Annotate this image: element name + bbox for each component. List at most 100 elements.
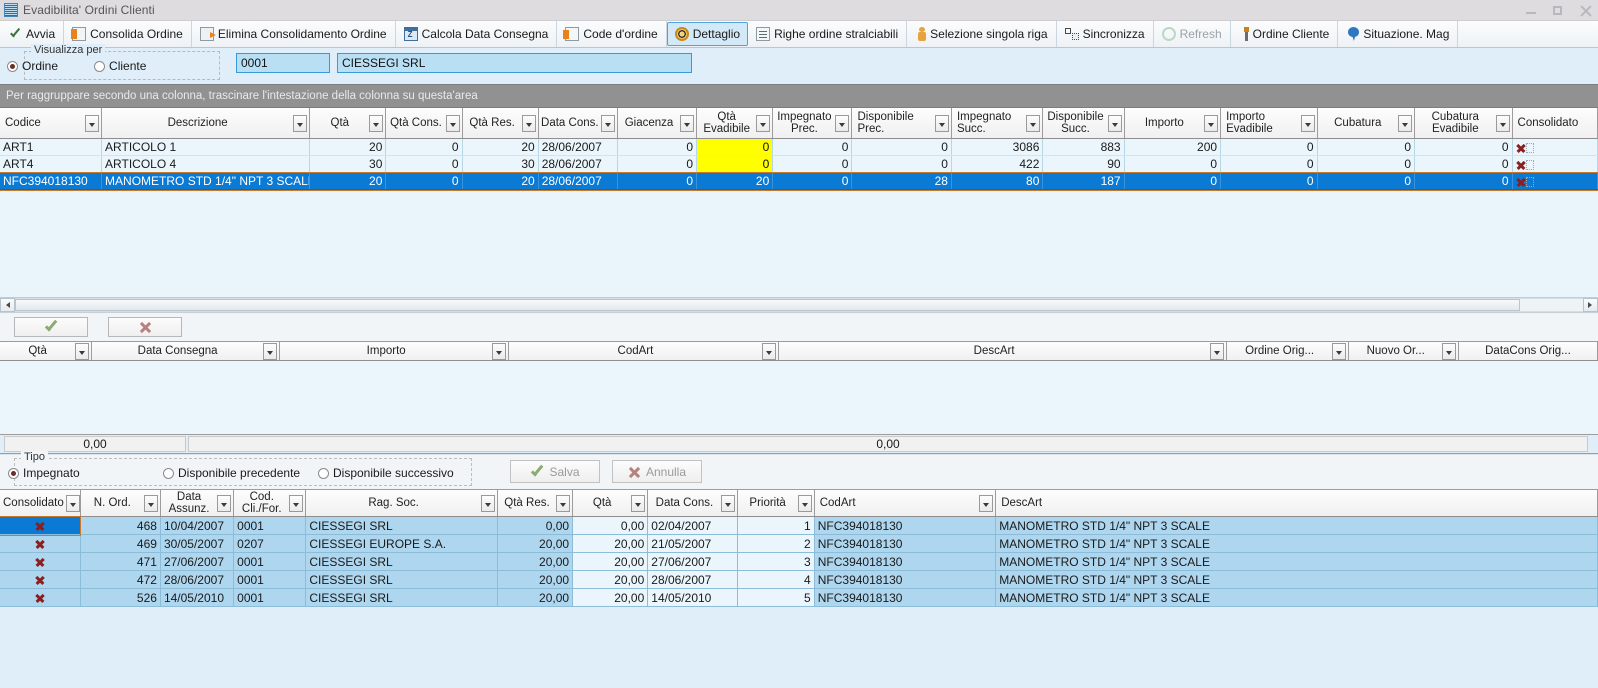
table-cell[interactable]: 0 [385, 172, 463, 190]
dettaglio-col-2[interactable]: Importo [279, 342, 510, 361]
table-cell[interactable]: 30 [309, 155, 387, 173]
evadibilita-col-11[interactable]: Disponibile Succ. [1042, 108, 1125, 139]
table-cell[interactable]: NFC394018130 [0, 172, 103, 190]
table-cell[interactable]: 3086 [951, 138, 1044, 156]
table-cell[interactable]: 28/06/2007 [538, 138, 618, 156]
ordini-col-6[interactable]: Qtà [572, 490, 649, 517]
dettaglio-col-0[interactable]: Qtà [0, 342, 93, 361]
column-filter-chevron-down-icon[interactable] [217, 494, 232, 512]
table-cell[interactable]: 0 [772, 138, 853, 156]
table-cell[interactable]: 0 [772, 172, 853, 190]
evadibilita-col-2[interactable]: Qtà [309, 108, 387, 139]
table-cell[interactable]: 14/05/2010 [160, 588, 235, 607]
table-cell[interactable]: CIESSEGI SRL [305, 570, 498, 589]
consolidato-cell[interactable] [0, 570, 81, 589]
column-filter-chevron-down-icon[interactable] [680, 114, 695, 132]
radio-cliente[interactable]: Cliente [94, 59, 146, 73]
table-cell[interactable]: 21/05/2007 [647, 534, 738, 553]
consolidato-cell[interactable] [0, 552, 81, 571]
column-filter-chevron-down-icon[interactable] [293, 114, 308, 132]
scroll-track[interactable] [15, 298, 1583, 312]
table-cell[interactable]: 20,00 [572, 570, 649, 589]
table-cell[interactable]: 0 [851, 138, 952, 156]
table-cell[interactable]: 20 [309, 138, 387, 156]
evadibilita-col-8[interactable]: Impegnato Prec. [772, 108, 853, 139]
table-row[interactable]: 472 28/06/2007 0001 CIESSEGI SRL 20,00 20,00 2… [0, 570, 1598, 589]
radio-ordine[interactable]: Ordine [7, 59, 58, 73]
table-cell[interactable]: 0 [851, 155, 952, 173]
table-cell[interactable]: 0 [1414, 138, 1513, 156]
column-filter-chevron-down-icon[interactable] [65, 494, 80, 512]
table-row[interactable]: 469 30/05/2007 0207 CIESSEGI EUROPE S.A. 20,… [0, 534, 1598, 553]
table-cell[interactable]: 28/06/2007 [538, 155, 618, 173]
table-cell[interactable]: 28/06/2007 [647, 570, 738, 589]
ordini-col-0[interactable]: Consolidato [0, 490, 81, 517]
column-filter-chevron-down-icon[interactable] [756, 114, 771, 132]
toolbar-button-selezione-singola-riga[interactable]: Selezione singola riga [907, 21, 1057, 47]
table-cell[interactable]: 0 [617, 138, 698, 156]
scroll-left-icon[interactable] [0, 298, 15, 312]
evadibilita-col-7[interactable]: Qtà Evadibile [696, 108, 774, 139]
table-cell[interactable]: 0001 [233, 570, 307, 589]
table-cell[interactable]: 20,00 [497, 534, 574, 553]
table-cell[interactable]: 0 [1124, 172, 1222, 190]
ordini-col-8[interactable]: Priorità [737, 490, 815, 517]
column-filter-chevron-down-icon[interactable] [289, 494, 304, 512]
table-cell[interactable]: 20,00 [572, 534, 649, 553]
table-cell[interactable]: 14/05/2010 [647, 588, 738, 607]
ragione-sociale-field[interactable]: CIESSEGI SRL [337, 53, 692, 73]
table-cell[interactable]: 20,00 [497, 588, 574, 607]
table-cell[interactable]: 0001 [233, 516, 307, 535]
scroll-thumb[interactable] [15, 299, 1521, 311]
table-cell[interactable]: 0001 [233, 588, 307, 607]
table-cell[interactable]: 30/05/2007 [160, 534, 235, 553]
scroll-right-icon[interactable] [1583, 298, 1598, 312]
toolbar-button-situazione-mag[interactable]: Situazione. Mag [1338, 21, 1459, 47]
ordini-col-2[interactable]: Data Assunz. [160, 490, 235, 517]
table-cell[interactable]: 0 [1414, 172, 1513, 190]
table-cell[interactable]: 20,00 [497, 552, 574, 571]
toolbar-button-dettaglio[interactable]: Dettaglio [666, 22, 749, 46]
table-cell[interactable]: 0 [1317, 155, 1416, 173]
dettaglio-col-4[interactable]: DescArt [778, 342, 1227, 361]
table-cell[interactable]: CIESSEGI EUROPE S.A. [305, 534, 498, 553]
column-filter-chevron-down-icon[interactable] [1398, 114, 1413, 132]
column-filter-chevron-down-icon[interactable] [979, 494, 994, 512]
column-filter-chevron-down-icon[interactable] [445, 114, 460, 132]
column-filter-chevron-down-icon[interactable] [600, 114, 615, 132]
dettaglio-col-3[interactable]: CodArt [508, 342, 779, 361]
evadibilita-col-0[interactable]: Codice [0, 108, 103, 139]
table-cell[interactable]: MANOMETRO STD 1/4" NPT 3 SCALE [995, 552, 1598, 571]
table-cell[interactable]: 4 [737, 570, 815, 589]
column-filter-chevron-down-icon[interactable] [75, 342, 90, 360]
table-cell[interactable]: 0 [696, 138, 774, 156]
table-cell[interactable]: 10/04/2007 [160, 516, 235, 535]
consolidato-cell[interactable] [0, 588, 81, 607]
table-cell[interactable]: 30 [462, 155, 539, 173]
table-cell[interactable]: 1 [737, 516, 815, 535]
table-cell[interactable]: 2 [737, 534, 815, 553]
evadibilita-col-13[interactable]: Importo Evadibile [1220, 108, 1318, 139]
table-cell[interactable]: 28/06/2007 [160, 570, 235, 589]
annulla-button[interactable]: Annulla [612, 460, 702, 483]
table-cell[interactable]: NFC394018130 [814, 570, 997, 589]
ordini-col-4[interactable]: Rag. Soc. [305, 490, 498, 517]
column-filter-chevron-down-icon[interactable] [1107, 114, 1122, 132]
consolidato-cell[interactable] [1512, 172, 1598, 190]
toolbar-button-calcola-data-consegna[interactable]: Calcola Data Consegna [396, 21, 558, 47]
table-cell[interactable]: 187 [1042, 172, 1125, 190]
ordini-col-7[interactable]: Data Cons. [647, 490, 738, 517]
table-cell[interactable]: 0 [385, 138, 463, 156]
ordini-col-9[interactable]: CodArt [814, 490, 997, 517]
table-row[interactable]: 468 10/04/2007 0001 CIESSEGI SRL 0,00 0,00 02/… [0, 515, 1598, 536]
table-row[interactable]: 526 14/05/2010 0001 CIESSEGI SRL 20,00 20,00 1… [0, 588, 1598, 607]
dettaglio-col-7[interactable]: DataCons Orig... [1458, 342, 1598, 361]
table-cell[interactable]: 0 [1414, 155, 1513, 173]
evadibilita-col-5[interactable]: Data Cons. [538, 108, 618, 139]
consolidato-cell[interactable] [0, 515, 82, 536]
column-filter-chevron-down-icon[interactable] [1026, 114, 1041, 132]
minimize-icon[interactable] [1525, 4, 1538, 17]
table-cell[interactable]: 469 [80, 534, 161, 553]
table-cell[interactable]: CIESSEGI SRL [305, 552, 498, 571]
consolidato-cell[interactable] [1512, 138, 1598, 156]
